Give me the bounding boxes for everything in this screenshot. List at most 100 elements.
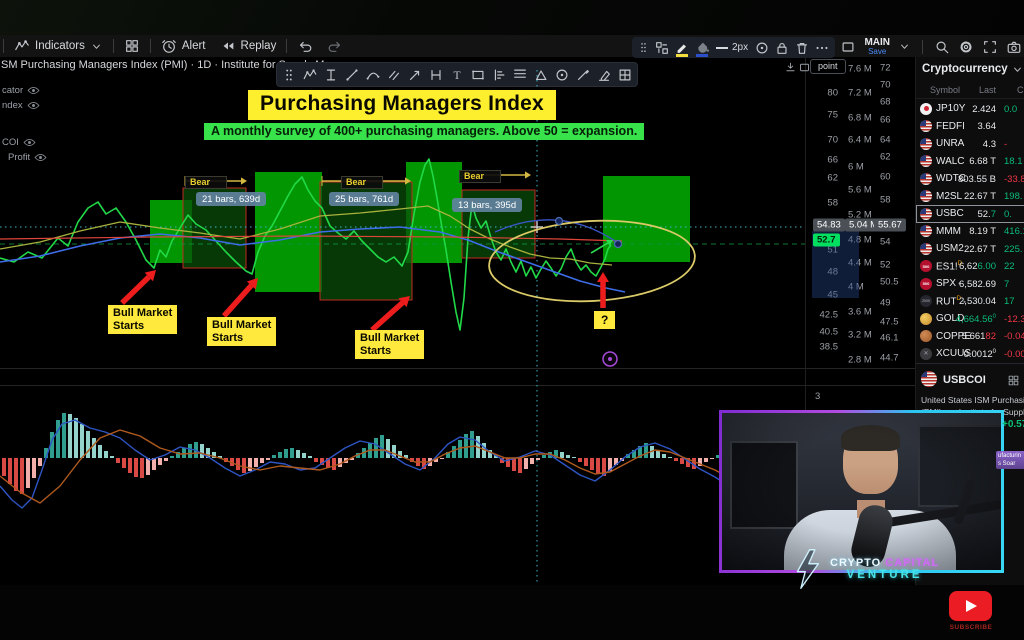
column-change[interactable]: C [1017, 85, 1024, 95]
pattern-tool-icon[interactable] [302, 67, 318, 83]
replay-button[interactable]: Replay [213, 35, 284, 57]
redo-button[interactable] [320, 35, 350, 57]
bear-label[interactable]: Bear [341, 176, 383, 189]
eraser-tool-icon[interactable] [596, 67, 612, 83]
column-symbol[interactable]: Symbol [930, 85, 960, 95]
watchlist-row-rut[interactable]: 2000RUTD •2,530.0417 [916, 293, 1024, 311]
watchlist-row-unra[interactable]: UNRA4.3- [916, 135, 1024, 153]
watchlist-row-fedfi[interactable]: FEDFI3.64 [916, 118, 1024, 136]
toolbar-right-cluster: MAIN Save [840, 36, 1022, 57]
legend-item[interactable]: cator [2, 84, 40, 97]
watchlist-header[interactable]: Cryptocurrency [916, 61, 1024, 77]
trend-line-tool-icon[interactable] [344, 67, 360, 83]
column-last[interactable]: Last [979, 85, 996, 95]
watchlist-row-jp10y[interactable]: JP10Y2.4240.0 [916, 100, 1024, 118]
news-headline-chip[interactable]: ufacturin s Soar [996, 451, 1024, 469]
watchlist-chevron-icon[interactable] [1011, 63, 1024, 76]
quick-search-icon[interactable] [934, 39, 950, 55]
curve-tool-icon[interactable] [365, 67, 381, 83]
change-value: 22 [1004, 261, 1024, 272]
style-settings-icon[interactable] [754, 40, 770, 56]
legend-item[interactable]: ndex [2, 99, 40, 112]
watchlist-row-gold[interactable]: GOLD4,664.560-12.3 [916, 310, 1024, 328]
eye-icon[interactable] [34, 151, 47, 164]
trash-icon[interactable] [794, 40, 810, 56]
fullscreen-icon[interactable] [982, 39, 998, 55]
watchlist-columns: Symbol Last C [916, 85, 1024, 99]
price-range-tool-icon[interactable] [323, 67, 339, 83]
more-options-icon[interactable] [814, 40, 830, 56]
eye-icon[interactable] [23, 136, 36, 149]
pane-divider[interactable] [0, 385, 915, 386]
bull-market-label[interactable]: Bull MarketStarts [355, 330, 424, 359]
indicators-icon [14, 38, 30, 54]
price-tick: 47.5 [880, 317, 899, 328]
rectangle-tool-icon[interactable] [470, 67, 486, 83]
text-tool-icon[interactable]: T [449, 67, 465, 83]
watchlist-row-es1[interactable]: 500ES1!D6,626.0022 [916, 258, 1024, 276]
oscillator-scale-tick: 3 [815, 391, 820, 402]
last-value: 3.64 [978, 121, 997, 132]
watchlist-title[interactable]: Cryptocurrency [922, 63, 1008, 75]
grid-layout-button[interactable] [117, 35, 147, 57]
eye-icon[interactable] [27, 99, 40, 112]
detail-symbol[interactable]: USBCOI [943, 374, 986, 386]
indicators-button[interactable]: Indicators [7, 35, 110, 57]
scale-arrow-icon[interactable] [784, 61, 797, 74]
watchlist-row-mmm[interactable]: MMM8.19 T416.1 [916, 223, 1024, 241]
object-tree-icon[interactable] [654, 40, 670, 56]
legend-item[interactable]: COI [2, 136, 36, 149]
webcam-overlay [719, 410, 1004, 573]
youtube-subscribe-button[interactable] [949, 591, 992, 621]
parallel-channel-tool-icon[interactable] [512, 67, 528, 83]
price-tick: 7.2 M [848, 88, 872, 99]
eye-icon[interactable] [27, 84, 40, 97]
point-unit-button[interactable]: point [810, 59, 846, 74]
watchlist-row-walc[interactable]: WALC6.68 T18.1 [916, 153, 1024, 171]
drag-handle-icon[interactable] [281, 67, 297, 83]
watchlist-row-m2sl[interactable]: M2SL22.67 T198. [916, 188, 1024, 206]
watchlist-row-usbc[interactable]: USBC52.70. [916, 205, 1024, 223]
measurement-badge[interactable]: 21 bars, 639d [196, 192, 266, 206]
undo-button[interactable] [290, 35, 320, 57]
grid-tool-icon[interactable] [617, 67, 633, 83]
volume-profile-tool-icon[interactable] [491, 67, 507, 83]
layout-icon[interactable] [840, 39, 856, 55]
snapshot-camera-icon[interactable] [1006, 39, 1022, 55]
settings-gear-icon[interactable] [958, 39, 974, 55]
layout-chevron-icon[interactable] [898, 40, 911, 53]
change-value: -12.3 [1004, 314, 1024, 325]
bars-pattern-tool-icon[interactable] [428, 67, 444, 83]
circle-tool-icon[interactable] [554, 67, 570, 83]
bear-label[interactable]: Bear [459, 170, 501, 183]
measurement-badge[interactable]: 13 bars, 395d [452, 198, 522, 212]
svg-text:T: T [453, 70, 460, 82]
lock-icon[interactable] [774, 40, 790, 56]
pane-divider[interactable] [0, 368, 915, 369]
pen-tool-icon[interactable] [575, 67, 591, 83]
bear-label[interactable]: Bear [185, 176, 227, 189]
triangle-tool-icon[interactable] [533, 67, 549, 83]
bull-market-label[interactable]: Bull MarketStarts [108, 305, 177, 334]
watchlist-row-spx[interactable]: 500SPX •6,582.697 [916, 275, 1024, 293]
line-weight-button[interactable]: 2px [714, 37, 750, 59]
arrow-tool-icon[interactable] [407, 67, 423, 83]
legend-item[interactable]: Profit [8, 151, 47, 164]
chevron-down-icon[interactable] [90, 40, 103, 53]
watchlist-row-coppe[interactable]: COPPE5.66182-0.04 [916, 328, 1024, 346]
measurement-badge[interactable]: 25 bars, 761d [329, 192, 399, 206]
hatch-tool-icon[interactable] [386, 67, 402, 83]
drag-handle-icon[interactable] [637, 41, 650, 54]
price-tick: 42.5 [820, 310, 839, 321]
layout-save-label[interactable]: Save [868, 47, 886, 56]
alert-button[interactable]: Alert [154, 35, 213, 57]
sp-symbol-icon: 500 [920, 278, 932, 290]
detail-grid-icon[interactable] [1007, 374, 1020, 387]
watchlist-row-usm2[interactable]: USM222.67 T225. [916, 240, 1024, 258]
fill-color-bucket-icon[interactable] [694, 40, 710, 56]
watchlist-row-wdtc[interactable]: WDTC803.55 B-33.8 [916, 170, 1024, 188]
layout-select[interactable]: MAIN Save [864, 38, 890, 56]
line-color-pencil-icon[interactable] [674, 40, 690, 56]
bull-market-label[interactable]: Bull MarketStarts [207, 317, 276, 346]
watchlist-row-xcuus[interactable]: ✕XCUUS0.00120-0.000 [916, 345, 1024, 363]
